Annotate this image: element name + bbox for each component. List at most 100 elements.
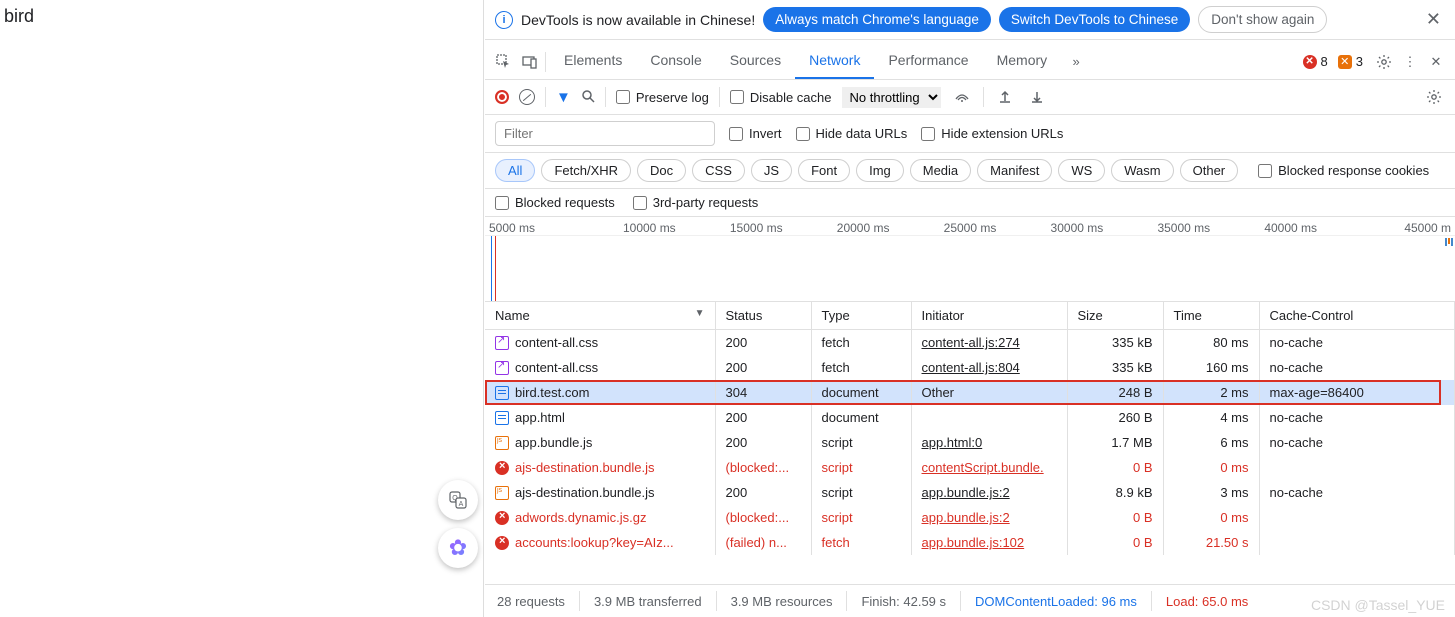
match-language-button[interactable]: Always match Chrome's language xyxy=(763,7,991,32)
more-icon[interactable]: ⋮ xyxy=(1399,51,1421,73)
console-warnings-badge[interactable]: ✕ 3 xyxy=(1338,54,1363,69)
chip-js[interactable]: JS xyxy=(751,159,792,182)
close-devtools-icon[interactable]: ✕ xyxy=(1425,51,1447,73)
cache-cell: no-cache xyxy=(1259,355,1455,380)
initiator-link[interactable]: content-all.js:804 xyxy=(922,360,1020,375)
throttling-select[interactable]: No throttling xyxy=(842,87,941,108)
timeline-overview[interactable]: 5000 ms10000 ms15000 ms20000 ms25000 ms3… xyxy=(485,217,1455,302)
tab-elements[interactable]: Elements xyxy=(550,44,636,79)
column-header-cachecontrol[interactable]: Cache-Control xyxy=(1259,302,1455,330)
initiator-cell: contentScript.bundle. xyxy=(911,455,1067,480)
type-cell: fetch xyxy=(811,530,911,555)
record-button[interactable] xyxy=(495,90,509,104)
request-name: accounts:lookup?key=AIz... xyxy=(515,535,674,550)
status-cell: 200 xyxy=(715,330,811,356)
tab-console[interactable]: Console xyxy=(636,44,715,79)
timeline-body[interactable] xyxy=(485,235,1455,301)
chip-img[interactable]: Img xyxy=(856,159,904,182)
filter-icon[interactable]: ▼ xyxy=(556,89,571,106)
table-row[interactable]: ajs-destination.bundle.js200scriptapp.bu… xyxy=(485,480,1455,505)
cache-cell xyxy=(1259,505,1455,530)
translate-float-button[interactable]: QA xyxy=(438,480,478,520)
time-cell: 80 ms xyxy=(1163,330,1259,356)
search-icon[interactable] xyxy=(581,89,595,106)
chip-other[interactable]: Other xyxy=(1180,159,1239,182)
divider xyxy=(719,87,720,107)
assistant-float-button[interactable]: ✿ xyxy=(438,528,478,568)
chip-ws[interactable]: WS xyxy=(1058,159,1105,182)
network-table-wrap[interactable]: Name▼StatusTypeInitiatorSizeTimeCache-Co… xyxy=(485,302,1455,584)
hide-data-urls-checkbox[interactable]: Hide data URLs xyxy=(796,126,908,141)
close-icon[interactable]: ✕ xyxy=(1422,9,1445,30)
settings-icon[interactable] xyxy=(1373,51,1395,73)
initiator-link[interactable]: app.bundle.js:2 xyxy=(922,510,1010,525)
table-row[interactable]: app.bundle.js200scriptapp.html:01.7 MB6 … xyxy=(485,430,1455,455)
chip-doc[interactable]: Doc xyxy=(637,159,686,182)
table-row[interactable]: app.html200document260 B4 msno-cache xyxy=(485,405,1455,430)
table-row[interactable]: bird.test.com304documentOther248 B2 msma… xyxy=(485,380,1455,405)
request-name: app.bundle.js xyxy=(515,435,592,450)
sb-domloaded: DOMContentLoaded: 96 ms xyxy=(975,594,1137,609)
invert-checkbox[interactable]: Invert xyxy=(729,126,782,141)
watermark: CSDN @Tassel_YUE xyxy=(1311,597,1445,613)
blocked-requests-checkbox[interactable]: Blocked requests xyxy=(495,195,615,210)
network-conditions-icon[interactable] xyxy=(951,86,973,108)
time-cell: 21.50 s xyxy=(1163,530,1259,555)
chip-wasm[interactable]: Wasm xyxy=(1111,159,1173,182)
column-header-initiator[interactable]: Initiator xyxy=(911,302,1067,330)
import-har-icon[interactable] xyxy=(994,86,1016,108)
blocked-cookies-checkbox[interactable]: Blocked response cookies xyxy=(1258,163,1429,178)
size-cell: 335 kB xyxy=(1067,355,1163,380)
export-har-icon[interactable] xyxy=(1026,86,1048,108)
chip-css[interactable]: CSS xyxy=(692,159,745,182)
status-cell: 200 xyxy=(715,430,811,455)
hide-extension-urls-checkbox[interactable]: Hide extension URLs xyxy=(921,126,1063,141)
float-buttons: QA ✿ xyxy=(438,480,478,568)
tab-performance[interactable]: Performance xyxy=(874,44,982,79)
column-header-name[interactable]: Name▼ xyxy=(485,302,715,330)
table-row[interactable]: content-all.css200fetchcontent-all.js:80… xyxy=(485,355,1455,380)
table-row[interactable]: accounts:lookup?key=AIz...(failed) n...f… xyxy=(485,530,1455,555)
cache-cell: no-cache xyxy=(1259,480,1455,505)
third-party-checkbox[interactable]: 3rd-party requests xyxy=(633,195,759,210)
column-header-status[interactable]: Status xyxy=(715,302,811,330)
tab-network[interactable]: Network xyxy=(795,44,874,79)
initiator-link[interactable]: app.html:0 xyxy=(922,435,983,450)
chip-font[interactable]: Font xyxy=(798,159,850,182)
language-infobar: i DevTools is now available in Chinese! … xyxy=(485,0,1455,40)
cache-cell: no-cache xyxy=(1259,330,1455,356)
sb-transferred: 3.9 MB transferred xyxy=(594,594,702,609)
chip-media[interactable]: Media xyxy=(910,159,971,182)
request-name: ajs-destination.bundle.js xyxy=(515,460,654,475)
table-row[interactable]: content-all.css200fetchcontent-all.js:27… xyxy=(485,330,1455,356)
request-name: adwords.dynamic.js.gz xyxy=(515,510,647,525)
initiator-link[interactable]: app.bundle.js:2 xyxy=(922,485,1010,500)
filter-input[interactable] xyxy=(495,121,715,146)
inspect-element-icon[interactable] xyxy=(493,51,515,73)
network-settings-icon[interactable] xyxy=(1423,86,1445,108)
console-errors-badge[interactable]: ✕ 8 xyxy=(1303,54,1328,69)
device-mode-icon[interactable] xyxy=(519,51,541,73)
tab-sources[interactable]: Sources xyxy=(716,44,795,79)
tab-memory[interactable]: Memory xyxy=(983,44,1062,79)
column-header-size[interactable]: Size xyxy=(1067,302,1163,330)
chip-manifest[interactable]: Manifest xyxy=(977,159,1052,182)
more-tabs-icon[interactable]: » xyxy=(1065,51,1087,73)
disable-cache-checkbox[interactable]: Disable cache xyxy=(730,90,832,105)
timeline-tick: 10000 ms xyxy=(596,221,703,235)
preserve-log-checkbox[interactable]: Preserve log xyxy=(616,90,709,105)
dont-show-again-button[interactable]: Don't show again xyxy=(1198,6,1327,33)
clear-button[interactable] xyxy=(519,89,535,105)
size-cell: 0 B xyxy=(1067,505,1163,530)
initiator-link[interactable]: contentScript.bundle. xyxy=(922,460,1044,475)
column-header-type[interactable]: Type xyxy=(811,302,911,330)
initiator-link[interactable]: content-all.js:274 xyxy=(922,335,1020,350)
table-row[interactable]: ajs-destination.bundle.js(blocked:...scr… xyxy=(485,455,1455,480)
err-icon xyxy=(495,536,509,550)
column-header-time[interactable]: Time xyxy=(1163,302,1259,330)
chip-fetchxhr[interactable]: Fetch/XHR xyxy=(541,159,631,182)
table-row[interactable]: adwords.dynamic.js.gz(blocked:...scripta… xyxy=(485,505,1455,530)
chip-all[interactable]: All xyxy=(495,159,535,182)
switch-chinese-button[interactable]: Switch DevTools to Chinese xyxy=(999,7,1190,32)
initiator-link[interactable]: app.bundle.js:102 xyxy=(922,535,1025,550)
